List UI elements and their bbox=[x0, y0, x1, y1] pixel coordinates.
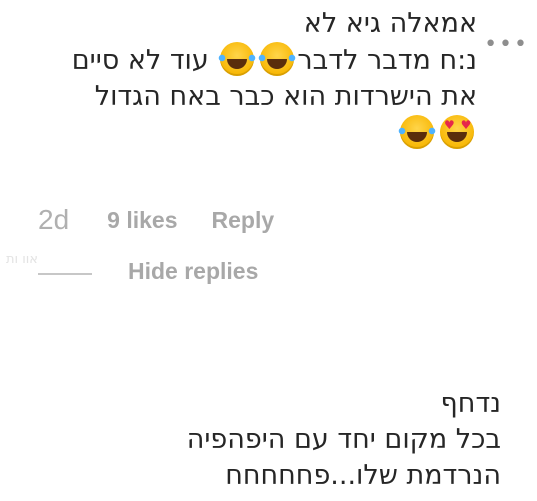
laughing-tears-emoji-icon bbox=[218, 42, 257, 76]
comment-line-1: אמאלה גיא לא bbox=[303, 8, 477, 39]
reply-line-1: נדחף bbox=[440, 388, 501, 419]
reply-button[interactable]: Reply bbox=[212, 207, 275, 234]
laughing-tears-emoji-icon bbox=[398, 115, 436, 149]
comment-age: 2d bbox=[38, 204, 70, 235]
more-options-icon[interactable]: ••• bbox=[484, 34, 529, 56]
reply-line-3: הנרדמת שלו...פחחחחח bbox=[225, 460, 501, 491]
comment-line-2: נ:ח מדבר לדבר עוד לא סיים bbox=[7, 42, 477, 79]
reply-comment-body: נדחף בכל מקום יחד עם היפהפיה הנרדמת שלו.… bbox=[41, 386, 501, 494]
comment-line-3: את הישרדות הוא כבר באח הגדול bbox=[94, 81, 477, 112]
comment-meta: 2d 9 likes Reply bbox=[38, 204, 274, 236]
reply-line-2: בכל מקום יחד עם היפהפיה bbox=[186, 424, 501, 455]
heart-eyes-emoji-icon bbox=[440, 115, 474, 149]
faded-text: אוו ות bbox=[6, 252, 38, 267]
replies-divider bbox=[38, 273, 92, 275]
likes-count-link[interactable]: 9 likes bbox=[107, 207, 177, 234]
comment-emoji-row bbox=[7, 115, 477, 152]
comment-line-2-after: עוד לא סיים bbox=[71, 45, 209, 76]
comment-body: אמאלה גיא לא נ:ח מדבר לדבר עוד לא סיים א… bbox=[7, 6, 477, 152]
laughing-tears-emoji-icon bbox=[258, 42, 297, 76]
comment-line-2-before: נ:ח מדבר לדבר bbox=[297, 45, 477, 76]
hide-replies-button[interactable]: Hide replies bbox=[128, 258, 258, 285]
